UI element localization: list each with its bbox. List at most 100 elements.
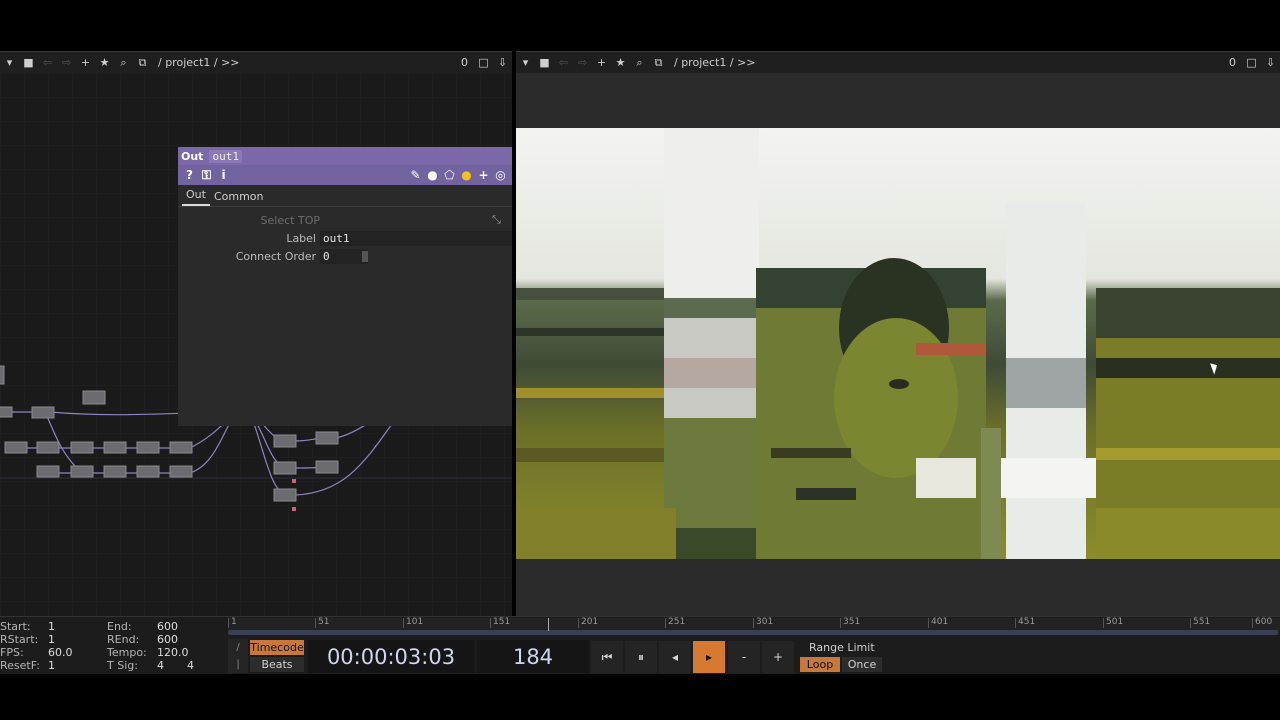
breadcrumb-path[interactable]: / project1 / >> <box>674 56 756 69</box>
import-icon[interactable]: ⇩ <box>1261 53 1280 72</box>
play-icon[interactable]: ▸ <box>693 641 725 673</box>
star-icon[interactable]: ★ <box>611 53 630 72</box>
tick-label: 251 <box>665 618 685 628</box>
connect-order-field[interactable]: 0 <box>320 248 368 264</box>
viewer-pane[interactable] <box>516 73 1280 616</box>
tempo-label: Tempo: <box>107 646 147 659</box>
tab-common[interactable]: Common <box>210 190 268 206</box>
rstart-value[interactable]: 1 <box>48 633 55 646</box>
breadcrumb-path[interactable]: / project1 / >> <box>158 56 240 69</box>
link-icon[interactable]: ⤡ <box>492 213 512 227</box>
param-toolbar: ? ⚿ i ✎ ● ⬠ ● + ◎ <box>178 165 512 185</box>
add-icon[interactable]: + <box>76 53 95 72</box>
label-param-label: Label <box>286 231 316 245</box>
add-icon[interactable]: + <box>592 53 611 72</box>
info-icon[interactable]: i <box>215 167 232 183</box>
step-back-icon[interactable]: ◂ <box>659 641 691 673</box>
op-type: Out <box>181 149 204 163</box>
tab-out[interactable]: Out <box>182 188 210 206</box>
parameter-dialog: Out out1 ? ⚿ i ✎ ● ⬠ ● + ◎ Out Common Se… <box>178 147 512 426</box>
touchdesigner-window: ▾ ■ ⇦ ⇨ + ★ ⌕ ⧉ / project1 / >> 0 □ ⇩ ▾ … <box>0 0 1280 720</box>
start-label: Start: <box>0 620 31 633</box>
maximize-icon[interactable]: □ <box>1242 53 1261 72</box>
rend-label: REnd: <box>107 633 140 646</box>
edit-icon[interactable]: ✎ <box>407 167 424 183</box>
output-image <box>516 128 1280 559</box>
bar-icon[interactable]: | <box>228 656 248 673</box>
search-icon[interactable]: ⌕ <box>630 53 649 72</box>
network-toolbar: ▾ ■ ⇦ ⇨ + ★ ⌕ ⧉ / project1 / >> 0 □ ⇩ <box>0 51 512 73</box>
help-icon[interactable]: ? <box>181 167 198 183</box>
tsig-a-value[interactable]: 4 <box>157 659 164 672</box>
star-icon[interactable]: ★ <box>95 53 114 72</box>
network-editor[interactable]: Out out1 ? ⚿ i ✎ ● ⬠ ● + ◎ Out Common Se… <box>0 73 512 616</box>
target-icon[interactable]: ◎ <box>492 167 509 183</box>
connect-order-label: Connect Order <box>235 249 316 263</box>
rewind-icon[interactable]: ⏮ <box>591 641 623 673</box>
tsig-label: T Sig: <box>107 659 138 672</box>
fps-value[interactable]: 60.0 <box>48 646 73 659</box>
rend-value[interactable]: 600 <box>157 633 178 646</box>
add-icon[interactable]: + <box>475 167 492 183</box>
python-help-icon[interactable]: ⚿ <box>198 167 215 183</box>
layout-icon[interactable]: ⧉ <box>133 53 152 72</box>
select-top-label: Select TOP <box>260 213 320 227</box>
resetf-value[interactable]: 1 <box>48 659 55 672</box>
counter: 0 <box>1229 56 1236 69</box>
tick-label: 51 <box>315 618 329 628</box>
param-tabs: Out Common <box>178 185 512 207</box>
stop-icon[interactable]: ■ <box>19 53 38 72</box>
timeline-bar: Start: 1 RStart: 1 FPS: 60.0 ResetF: 1 E… <box>0 616 1280 674</box>
label-row: Label out1 <box>178 229 512 247</box>
shape-icon[interactable]: ⬠ <box>441 167 458 183</box>
tick-label: 600 <box>1252 618 1272 628</box>
op-name-field[interactable]: out1 <box>209 149 242 163</box>
once-button[interactable]: Once <box>842 657 882 672</box>
fps-label: FPS: <box>0 646 24 659</box>
playhead[interactable] <box>548 618 549 631</box>
slash-icon[interactable]: / <box>228 639 248 656</box>
frame-display[interactable]: 184 <box>477 640 589 673</box>
tick-label: 301 <box>753 618 773 628</box>
import-icon[interactable]: ⇩ <box>493 53 512 72</box>
back-icon[interactable]: ⇦ <box>554 53 573 72</box>
timecode-button[interactable]: Timecode <box>250 640 304 655</box>
timeline-scrubber[interactable] <box>228 630 1278 635</box>
back-icon[interactable]: ⇦ <box>38 53 57 72</box>
tempo-value[interactable]: 120.0 <box>157 646 189 659</box>
maximize-icon[interactable]: □ <box>474 53 493 72</box>
range-limit-label: Range Limit <box>809 641 875 654</box>
step-minus-icon[interactable]: - <box>728 641 760 673</box>
pause-icon[interactable]: ⏸ <box>625 641 657 673</box>
timeline-side-buttons: / | <box>228 639 248 673</box>
step-plus-icon[interactable]: + <box>762 641 794 673</box>
tsig-b-value[interactable]: 4 <box>187 659 194 672</box>
end-value[interactable]: 600 <box>157 620 178 633</box>
tick-label: 551 <box>1190 618 1210 628</box>
loop-button[interactable]: Loop <box>800 657 840 672</box>
connect-order-value: 0 <box>323 249 330 263</box>
tick-label: 1 <box>228 618 237 628</box>
slider-handle[interactable] <box>362 250 368 262</box>
tick-label: 351 <box>840 618 860 628</box>
end-label: End: <box>107 620 132 633</box>
dropdown-icon[interactable]: ▾ <box>0 53 19 72</box>
forward-icon[interactable]: ⇨ <box>57 53 76 72</box>
tick-label: 151 <box>490 618 510 628</box>
timecode-display[interactable]: 00:00:03:03 <box>308 640 474 673</box>
select-top-row: Select TOP ⤡ <box>178 211 512 229</box>
tick-label: 451 <box>1015 618 1035 628</box>
comment-icon[interactable]: ● <box>424 167 441 183</box>
dropdown-icon[interactable]: ▾ <box>516 53 535 72</box>
start-value[interactable]: 1 <box>48 620 55 633</box>
stop-icon[interactable]: ■ <box>535 53 554 72</box>
tick-label: 401 <box>928 618 948 628</box>
layout-icon[interactable]: ⧉ <box>649 53 668 72</box>
counter: 0 <box>461 56 468 69</box>
search-icon[interactable]: ⌕ <box>114 53 133 72</box>
beats-button[interactable]: Beats <box>250 657 304 672</box>
rstart-label: RStart: <box>0 633 39 646</box>
label-param-field[interactable]: out1 <box>320 230 512 246</box>
python-icon[interactable]: ● <box>458 167 475 183</box>
forward-icon[interactable]: ⇨ <box>573 53 592 72</box>
